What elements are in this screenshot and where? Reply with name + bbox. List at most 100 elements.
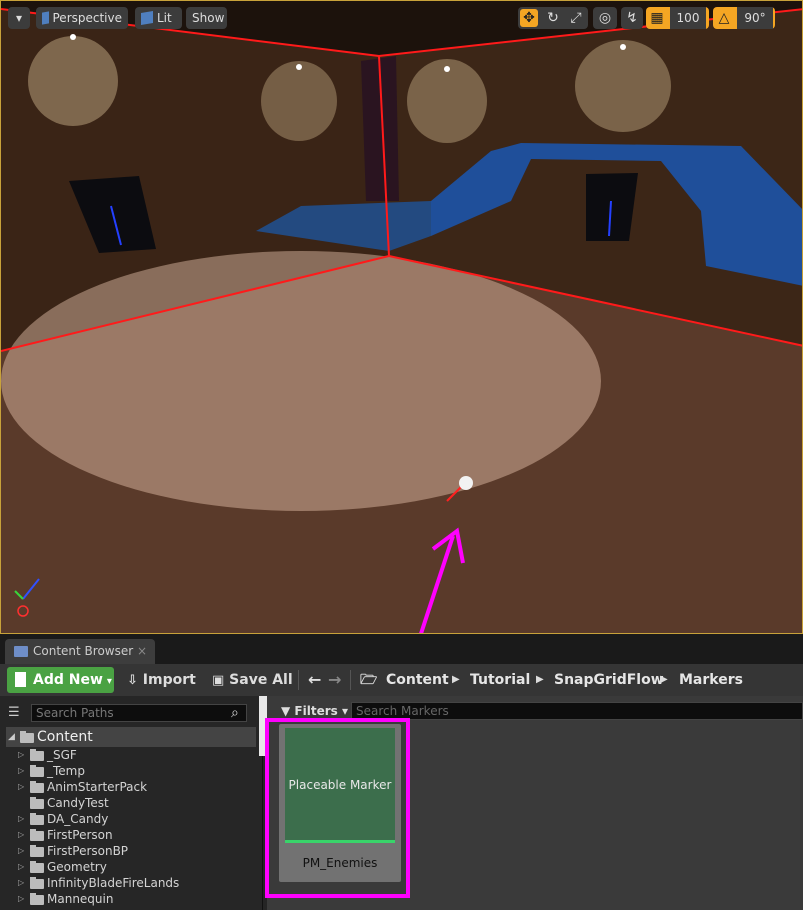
rotation-snap-value[interactable]: 90°	[737, 7, 773, 29]
breadcrumb-arrow-icon[interactable]: ▶	[660, 667, 668, 693]
move-icon[interactable]: ✥	[520, 9, 538, 27]
folder-icon	[30, 797, 44, 809]
tree-item-label: CandyTest	[47, 796, 109, 810]
lit-button[interactable]: Lit	[135, 7, 182, 29]
light-icon[interactable]	[620, 44, 626, 50]
folder-icon[interactable]: 🗁	[360, 667, 377, 693]
perspective-button[interactable]: Perspective	[36, 7, 128, 29]
back-arrow-icon[interactable]: ←	[308, 667, 321, 693]
content-browser-toolbar: Add New ▾ ⇩ Import ▣ Save All ← → 🗁 Conte…	[0, 664, 803, 696]
grid-icon: ▦	[650, 10, 664, 26]
filter-icon: ▼	[281, 704, 291, 718]
tree-item-label: _Temp	[47, 764, 85, 778]
tree-item-label: Mannequin	[47, 892, 114, 906]
content-browser-tab[interactable]: Content Browser ×	[5, 639, 155, 664]
breadcrumb-arrow-icon[interactable]: ▶	[536, 667, 544, 693]
save-all-button[interactable]: ▣ Save All	[212, 667, 293, 693]
breadcrumb-arrow-icon[interactable]: ▶	[452, 667, 460, 693]
ceiling-light-cone	[575, 40, 671, 132]
rotation-snap-toggle[interactable]: △ 90°	[713, 7, 775, 29]
scale-icon[interactable]: ⤢	[567, 9, 585, 27]
world-local-button[interactable]: ◎	[593, 7, 617, 29]
tree-item-label: FirstPersonBP	[47, 844, 129, 858]
forward-arrow-icon[interactable]: →	[328, 667, 341, 693]
content-browser-icon	[14, 646, 28, 657]
ceiling-light-cone	[28, 36, 118, 126]
tree-view-icon[interactable]: ☰	[8, 705, 24, 721]
save-icon: ▣	[212, 673, 225, 688]
expand-arrow-icon[interactable]: ▷	[18, 891, 24, 907]
import-icon: ⇩	[127, 673, 138, 688]
tree-item-geometry[interactable]: ▷ Geometry	[6, 859, 256, 875]
search-paths-input[interactable]: Search Paths	[31, 704, 247, 722]
expand-arrow-icon[interactable]: ▷	[18, 811, 24, 827]
ceiling-light-cone	[261, 61, 337, 141]
tree-item-temp[interactable]: ▷ _Temp	[6, 763, 256, 779]
floor-light-pool	[1, 251, 601, 511]
tree-item-infinitybladefirelands[interactable]: ▷ InfinityBladeFireLands	[6, 875, 256, 891]
breadcrumb-markers[interactable]: Markers	[679, 667, 743, 693]
search-markers-input[interactable]: Search Markers	[351, 702, 803, 720]
folder-icon	[30, 781, 44, 793]
light-icon[interactable]	[444, 66, 450, 72]
toolbar-divider	[298, 670, 299, 690]
toolbar-divider	[350, 670, 351, 690]
content-browser-tab-bar: Content Browser ×	[0, 634, 803, 664]
grid-snap-toggle[interactable]: ▦ 100	[646, 7, 709, 29]
tree-item-firstperson[interactable]: ▷ FirstPerson	[6, 827, 256, 843]
tree-item-animstarterpack[interactable]: ▷ AnimStarterPack	[6, 779, 256, 795]
import-label: Import	[142, 672, 196, 688]
light-icon[interactable]	[70, 34, 76, 40]
expand-arrow-icon[interactable]: ◢	[8, 727, 15, 747]
tab-label: Content Browser	[33, 644, 134, 658]
save-all-label: Save All	[229, 672, 293, 688]
surface-snap-icon: ↯	[626, 10, 638, 26]
paths-panel: ☰ Search Paths ⌕ ◢ Content ▷ _SGF ▷ _Temp …	[0, 696, 263, 910]
tree-item-label: InfinityBladeFireLands	[47, 876, 180, 890]
surface-snap-button[interactable]: ↯	[621, 7, 643, 29]
grid-snap-value[interactable]: 100	[670, 7, 706, 29]
add-new-button[interactable]: Add New ▾	[7, 667, 114, 693]
hand-cursor-icon	[459, 476, 473, 490]
show-button[interactable]: Show	[186, 7, 227, 29]
expand-arrow-icon[interactable]: ▷	[18, 827, 24, 843]
rotate-icon[interactable]: ↻	[544, 9, 562, 27]
chevron-down-icon: ▾	[106, 676, 112, 687]
expand-arrow-icon[interactable]: ▷	[18, 859, 24, 875]
tree-item-content[interactable]: ◢ Content	[6, 727, 256, 747]
folder-icon	[30, 765, 44, 777]
expand-arrow-icon[interactable]: ▷	[18, 763, 24, 779]
close-icon[interactable]: ×	[137, 639, 147, 664]
tree-item-label: FirstPerson	[47, 828, 113, 842]
level-viewport[interactable]: ▾ Perspective Lit Show ✥ ↻ ⤢ ◎ ↯ ▦ 100 △…	[0, 0, 803, 634]
folder-icon	[30, 813, 44, 825]
expand-arrow-icon[interactable]: ▷	[18, 843, 24, 859]
breadcrumb-snapgridflow[interactable]: SnapGridFlow	[554, 667, 664, 693]
breadcrumb-content[interactable]: Content	[386, 667, 449, 693]
breadcrumb-tutorial[interactable]: Tutorial	[470, 667, 530, 693]
expand-arrow-icon[interactable]: ▷	[18, 747, 24, 763]
tree-item-da-candy[interactable]: ▷ DA_Candy	[6, 811, 256, 827]
expand-arrow-icon[interactable]: ▷	[18, 875, 24, 891]
tree-item-label: DA_Candy	[47, 812, 109, 826]
angle-icon: △	[718, 10, 730, 26]
filters-label: Filters	[294, 704, 338, 718]
light-icon[interactable]	[296, 64, 302, 70]
highlight-box	[265, 718, 410, 898]
tree-item-mannequin[interactable]: ▷ Mannequin	[6, 891, 256, 907]
expand-arrow-icon[interactable]: ▷	[18, 779, 24, 795]
import-button[interactable]: ⇩ Import	[127, 667, 196, 693]
transform-tools-group: ✥ ↻ ⤢	[518, 7, 588, 29]
tree-item-firstpersonbp[interactable]: ▷ FirstPersonBP	[6, 843, 256, 859]
chevron-down-icon: ▾	[341, 704, 348, 718]
globe-icon: ◎	[598, 10, 612, 26]
tree-item-label: Content	[37, 729, 93, 745]
add-new-label: Add New	[33, 672, 103, 688]
viewport-scene	[1, 1, 802, 633]
search-icon[interactable]: ⌕	[231, 704, 247, 722]
viewport-options-button[interactable]: ▾	[8, 7, 30, 29]
tree-item-sgf[interactable]: ▷ _SGF	[6, 747, 256, 763]
folder-tree: ◢ Content ▷ _SGF ▷ _Temp ▷ AnimStarterPack …	[6, 727, 256, 907]
tree-item-candytest[interactable]: CandyTest	[6, 795, 256, 811]
lit-icon	[141, 10, 153, 26]
